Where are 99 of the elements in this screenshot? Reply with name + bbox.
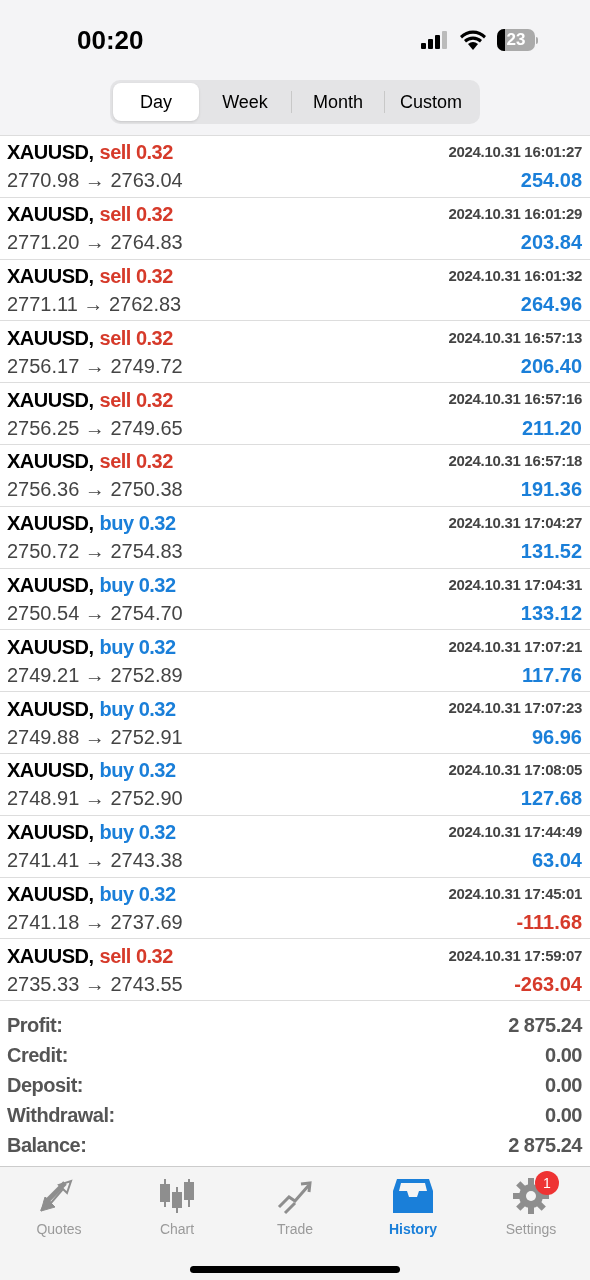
deal-prices: 2735.33 → 2743.55 [7, 971, 183, 997]
deal-profit: 127.68 [520, 786, 582, 812]
deal-time: 2024.10.31 17:45:01 [448, 883, 582, 904]
summary-value: 0.00 [545, 1103, 582, 1129]
deal-time: 2024.10.31 16:57:18 [448, 451, 582, 472]
deal-profit: 206.40 [520, 353, 582, 379]
deal-prices: 2756.36 → 2750.38 [7, 477, 183, 503]
deal-order: sell 0.32 [99, 325, 173, 351]
deal-time: 2024.10.31 16:01:27 [448, 142, 582, 163]
period-tab[interactable]: Day [113, 83, 199, 121]
deal-symbol: XAUUSD, [7, 325, 94, 351]
deal-symbol: XAUUSD, [7, 140, 94, 166]
summary-value: 2 875.24 [508, 1133, 582, 1159]
deal-time: 2024.10.31 17:04:27 [448, 512, 582, 533]
deal-row[interactable]: XAUUSD, sell 0.32 2024.10.31 17:59:07 2735.33 → 2743.55 -263.04 [0, 939, 590, 1002]
deal-profit: -111.68 [516, 909, 582, 935]
deal-time: 2024.10.31 16:57:16 [448, 389, 582, 410]
deal-prices: 2749.88 → 2752.91 [7, 724, 183, 750]
deal-prices: 2750.72 → 2754.83 [7, 539, 183, 565]
notification-badge: 1 [535, 1171, 559, 1196]
deal-row[interactable]: XAUUSD, sell 0.32 2024.10.31 16:57:13 2756.17 → 2749.72 206.40 [0, 321, 590, 384]
deal-prices: 2741.18 → 2737.69 [7, 909, 183, 935]
summary-label: Deposit: [7, 1073, 83, 1099]
period-tab[interactable]: Custom [385, 83, 477, 121]
deal-symbol: XAUUSD, [7, 264, 94, 289]
wifi-icon [459, 30, 487, 50]
deal-row[interactable]: XAUUSD, sell 0.32 2024.10.31 16:01:32 2771.11 → 2762.83 264.96 [0, 259, 590, 322]
deal-order: buy 0.32 [99, 696, 176, 722]
summary-value: 0.00 [545, 1043, 582, 1069]
deal-profit: 203.84 [520, 230, 582, 256]
battery-charge-fill [497, 29, 505, 51]
deal-prices: 2771.20 → 2764.83 [7, 230, 183, 256]
deal-order: sell 0.32 [99, 140, 173, 166]
deal-symbol: XAUUSD, [7, 943, 94, 969]
signal-icon [421, 31, 449, 49]
deal-prices: 2750.54 → 2754.70 [7, 600, 183, 626]
deal-profit: 211.20 [521, 415, 582, 441]
deal-row[interactable]: XAUUSD, sell 0.32 2024.10.31 16:01:27 2770.98 → 2763.04 254.08 [0, 136, 590, 198]
deal-profit: 117.76 [521, 662, 582, 688]
deal-prices: 2770.98 → 2763.04 [7, 168, 183, 194]
deal-symbol: XAUUSD, [7, 696, 94, 722]
summary-value: 0.00 [545, 1073, 582, 1099]
deal-row[interactable]: XAUUSD, sell 0.32 2024.10.31 16:57:16 2756.25 → 2749.65 211.20 [0, 383, 590, 445]
deal-order: buy 0.32 [99, 572, 176, 598]
summary-label: Balance: [7, 1133, 87, 1159]
deal-symbol: XAUUSD, [7, 387, 94, 413]
deal-order: sell 0.32 [99, 943, 173, 969]
deal-row[interactable]: XAUUSD, sell 0.32 2024.10.31 16:01:29 2771.20 → 2764.83 203.84 [0, 197, 590, 260]
summary-value: 2 875.24 [508, 1013, 582, 1039]
period-tab[interactable]: Week [199, 83, 291, 121]
deal-profit: 133.12 [520, 600, 582, 626]
period-tab[interactable]: Month [292, 83, 384, 121]
deal-order: sell 0.32 [99, 449, 173, 475]
deal-time: 2024.10.31 17:04:31 [448, 574, 582, 595]
deal-symbol: XAUUSD, [7, 572, 94, 598]
deal-prices: 2741.41 → 2743.38 [7, 848, 183, 874]
summary-label: Profit: [7, 1013, 63, 1039]
deal-profit: 131.52 [520, 539, 582, 565]
deal-order: sell 0.32 [99, 202, 173, 228]
deal-prices: 2756.17 → 2749.72 [7, 353, 183, 379]
deal-symbol: XAUUSD, [7, 820, 94, 846]
summary-label: Credit: [7, 1043, 68, 1069]
inbox-icon [391, 1177, 435, 1216]
deal-time: 2024.10.31 16:57:13 [448, 327, 582, 348]
deal-profit: 191.36 [520, 477, 582, 503]
deal-time: 2024.10.31 17:08:05 [448, 760, 582, 781]
summary-label: Withdrawal: [7, 1103, 115, 1129]
tab-bar-item[interactable]: 1 Settings [472, 1167, 590, 1241]
deal-time: 2024.10.31 16:01:29 [448, 203, 582, 224]
deal-prices: 2756.25 → 2749.65 [7, 415, 183, 441]
deal-profit: -263.04 [514, 971, 582, 997]
deal-symbol: XAUUSD, [7, 634, 94, 660]
deal-profit: 63.04 [531, 848, 582, 874]
deal-order: buy 0.32 [99, 511, 176, 537]
deal-time: 2024.10.31 17:59:07 [448, 945, 582, 966]
deal-symbol: XAUUSD, [7, 449, 94, 475]
deal-order: buy 0.32 [99, 758, 176, 784]
deal-symbol: XAUUSD, [7, 511, 94, 537]
tab-bar-item[interactable]: History [354, 1167, 472, 1241]
deal-order: buy 0.32 [99, 820, 176, 846]
status-time: 00:20 [77, 23, 144, 57]
deal-symbol: XAUUSD, [7, 202, 94, 228]
deal-order: buy 0.32 [99, 881, 176, 907]
deal-profit: 96.96 [531, 724, 582, 750]
deal-symbol: XAUUSD, [7, 758, 94, 784]
deal-time: 2024.10.31 17:07:23 [448, 698, 582, 719]
battery-percentage: 23 [506, 29, 526, 51]
deal-prices: 2749.21 → 2752.89 [7, 662, 183, 688]
deal-profit: 264.96 [520, 292, 582, 317]
deal-symbol: XAUUSD, [7, 881, 94, 907]
deal-order: sell 0.32 [99, 264, 173, 289]
deal-time: 2024.10.31 16:01:32 [448, 265, 582, 286]
deal-time: 2024.10.31 17:07:21 [448, 636, 582, 657]
deal-profit: 254.08 [520, 168, 582, 194]
deal-time: 2024.10.31 17:44:49 [448, 821, 582, 842]
deal-order: sell 0.32 [99, 387, 173, 413]
deal-order: buy 0.32 [99, 634, 176, 660]
deal-prices: 2748.91 → 2752.90 [7, 786, 183, 812]
deal-prices: 2771.11 → 2762.83 [7, 292, 182, 317]
